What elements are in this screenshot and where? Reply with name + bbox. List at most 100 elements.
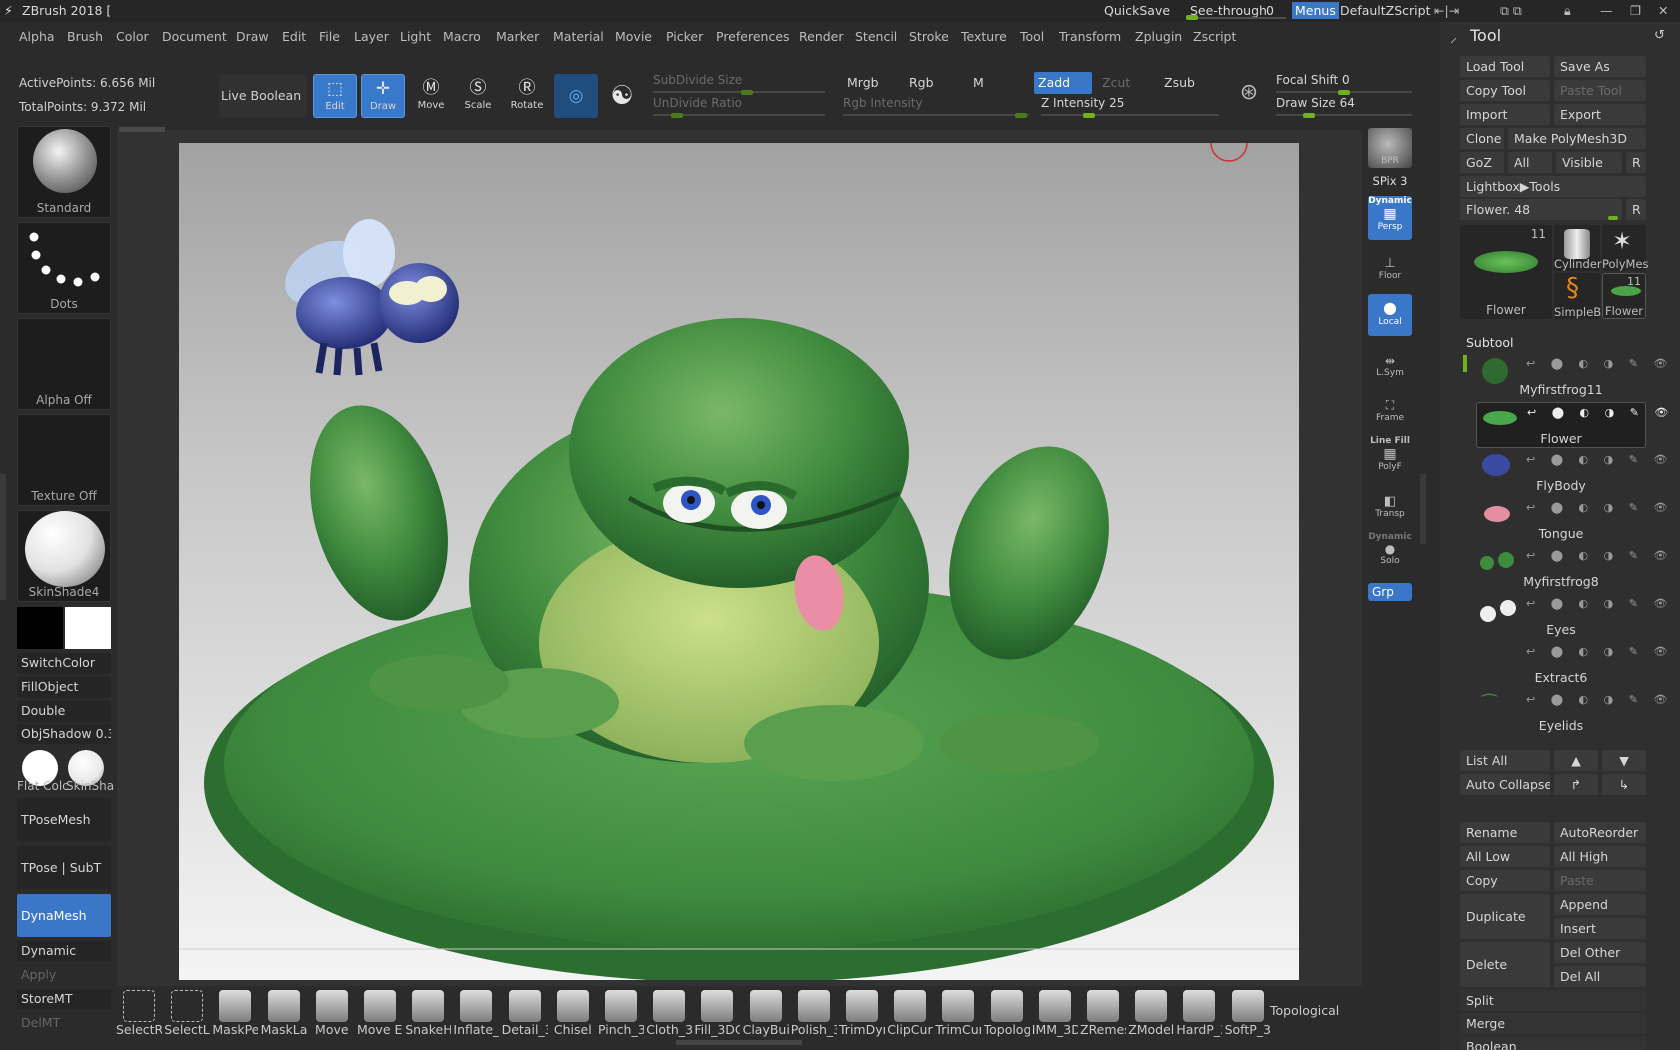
menu-tool[interactable]: Tool (1020, 29, 1044, 44)
draw-size-slider[interactable]: Draw Size 64 (1276, 96, 1412, 118)
tool-r-button[interactable]: R (1626, 199, 1646, 220)
brush-item[interactable]: Move (309, 990, 355, 1037)
move-up-arrow-icon[interactable]: ▲ (1554, 750, 1598, 771)
minimize-icon[interactable]: — (1600, 3, 1613, 18)
brush-item[interactable]: ClayBuil (743, 990, 789, 1037)
subtool-item[interactable]: ↩ ⬤ ◐ ◑ ✎ 👁︎ Eyes (1476, 594, 1667, 640)
brush-item[interactable]: IMM_3D (1032, 990, 1078, 1037)
copy-subtool-button[interactable]: Copy (1460, 870, 1550, 891)
texture-selector[interactable]: Texture Off (17, 414, 111, 506)
append-button[interactable]: Append (1554, 894, 1646, 915)
alpha-selector[interactable]: Alpha Off (17, 318, 111, 410)
menu-brush[interactable]: Brush (67, 29, 103, 44)
storemt-button[interactable]: StoreMT (17, 989, 111, 1009)
brush-item[interactable]: HardP_3 (1176, 990, 1222, 1037)
z-intensity-slider[interactable]: Z Intensity 25 (1041, 96, 1219, 118)
brush-item[interactable]: Cloth_3I (646, 990, 692, 1037)
sphere-toggle[interactable]: ☯ (600, 74, 644, 118)
viewport-canvas[interactable] (179, 143, 1299, 980)
menu-layer[interactable]: Layer (354, 29, 389, 44)
focal-shift-knob[interactable] (1338, 90, 1350, 95)
menu-marker[interactable]: Marker (496, 29, 539, 44)
mrgb-toggle[interactable]: Mrgb (843, 72, 883, 94)
subtool-item[interactable]: ↩ ⬤ ◐ ◑ ✎ 👁︎ Myfirstfrog11 (1476, 354, 1667, 400)
bottom-tray-handle[interactable] (676, 1040, 802, 1045)
brush-item[interactable]: ZRemes (1080, 990, 1126, 1037)
all-low-button[interactable]: All Low (1460, 846, 1550, 867)
brush-item[interactable]: Topolog (984, 990, 1030, 1037)
dynamesh-button[interactable]: DynaMesh (17, 894, 111, 937)
zadd-toggle[interactable]: Zadd (1034, 72, 1092, 94)
clone-button[interactable]: Clone (1460, 128, 1504, 149)
material-selector[interactable]: SkinShade4 (17, 510, 111, 602)
menu-file[interactable]: File (319, 29, 340, 44)
menu-light[interactable]: Light (400, 29, 431, 44)
move-down-arrow-icon[interactable]: ▼ (1602, 750, 1646, 771)
lightbox-tools-button[interactable]: Lightbox▶Tools (1460, 176, 1646, 197)
menu-edit[interactable]: Edit (282, 29, 306, 44)
close-icon[interactable]: ✕ (1658, 3, 1668, 18)
menu-alpha[interactable]: Alpha (19, 29, 55, 44)
edit-button[interactable]: ⬚ Edit (313, 74, 357, 118)
subtool-controls-icon[interactable]: ↩ ⬤ ◐ ◑ ✎ 👁︎ (1526, 597, 1673, 610)
menu-material[interactable]: Material (553, 29, 604, 44)
undivide-ratio-knob[interactable] (671, 113, 683, 118)
apply-button[interactable]: Apply (17, 965, 111, 985)
delmt-button[interactable]: DelMT (17, 1013, 111, 1033)
zscript-name[interactable]: DefaultZScript (1340, 3, 1431, 18)
obj-shadow-slider[interactable]: ObjShadow 0.3 (17, 724, 111, 744)
load-tool-button[interactable]: Load Tool (1460, 56, 1550, 77)
polyf-button[interactable]: Line Fill ▦ PolyF (1368, 436, 1412, 478)
see-through-slider[interactable]: See-through (1190, 3, 1267, 18)
brush-item[interactable]: Fill_3DC (694, 990, 740, 1037)
scale-button[interactable]: Ⓢ Scale (456, 74, 500, 118)
lock-icon[interactable]: 🔒︎ (1564, 3, 1571, 19)
layout-arrows-icon[interactable]: ⇤|⇥ (1434, 3, 1459, 18)
menu-texture[interactable]: Texture (961, 29, 1007, 44)
del-all-button[interactable]: Del All (1554, 966, 1646, 987)
palette-reset-icon[interactable]: ↺ (1654, 28, 1665, 43)
frame-button[interactable]: ⛶ Frame (1368, 398, 1412, 430)
rgb-intensity-knob[interactable] (1015, 113, 1027, 118)
menu-movie[interactable]: Movie (615, 29, 652, 44)
brush-item[interactable]: TrimCur (935, 990, 981, 1037)
poly-mode-button[interactable]: ◎ (554, 74, 598, 118)
rgb-intensity-slider[interactable]: Rgb Intensity (843, 96, 1029, 118)
paste-tool-button[interactable]: Paste Tool (1554, 80, 1646, 101)
quicksave-button[interactable]: QuickSave (1104, 3, 1170, 18)
flower-tool-thumbnail[interactable]: 11 Flower (1602, 273, 1646, 319)
subtool-item[interactable]: ↩ ⬤ ◐ ◑ ✎ 👁︎ Myfirstfrog8 (1476, 546, 1667, 592)
simplebrush-tool-thumbnail[interactable]: § SimpleB (1554, 273, 1601, 319)
double-button[interactable]: Double (17, 701, 111, 721)
subtool-controls-icon[interactable]: ↩ ⬤ ◐ ◑ ✎ 👁︎ (1526, 453, 1673, 466)
brush-selector[interactable]: Standard (17, 126, 111, 218)
menu-stencil[interactable]: Stencil (855, 29, 897, 44)
subtool-controls-icon[interactable]: ↩ ⬤ ◐ ◑ ✎ 👁︎ (1526, 549, 1673, 562)
focal-shift-slider[interactable]: Focal Shift 0 (1276, 73, 1412, 95)
auto-collapse-button[interactable]: Auto Collapse (1460, 774, 1550, 795)
tpose-subt-button[interactable]: TPose | SubT (17, 846, 111, 889)
subtool-item[interactable]: ↩ ⬤ ◐ ◑ ✎ 👁︎ FlyBody (1476, 450, 1667, 496)
subtool-header[interactable]: Subtool (1466, 335, 1513, 350)
save-as-button[interactable]: Save As (1554, 56, 1646, 77)
copy-tool-button[interactable]: Copy Tool (1460, 80, 1550, 101)
tpose-mesh-button[interactable]: TPoseMesh (17, 798, 111, 841)
brush-item[interactable]: Move El (357, 990, 403, 1037)
lazymouse-icon[interactable]: ⊛ (1232, 80, 1266, 114)
brush-item[interactable]: Polish_3 (791, 990, 837, 1037)
menus-toggle[interactable]: Menus (1292, 2, 1339, 19)
z-intensity-knob[interactable] (1083, 113, 1095, 118)
subtool-controls-icon[interactable]: ↩ ⬤ ◐ ◑ ✎ 👁︎ (1526, 501, 1673, 514)
tool-name-slider[interactable]: Flower. 48 (1460, 199, 1622, 220)
see-through-knob[interactable] (1186, 15, 1198, 20)
import-button[interactable]: Import (1460, 104, 1550, 125)
spix-slider[interactable]: SPix 3 (1368, 174, 1412, 188)
brush-item[interactable]: Detail_3 (502, 990, 548, 1037)
auto-reorder-button[interactable]: AutoReorder (1554, 822, 1646, 843)
canvas-scrollbar[interactable] (119, 127, 165, 132)
menu-color[interactable]: Color (116, 29, 149, 44)
maximize-icon[interactable]: ❐ (1630, 3, 1641, 18)
goz-r-button[interactable]: R (1626, 152, 1646, 173)
transp-button[interactable]: ◧ Transp (1368, 494, 1412, 526)
zsub-toggle[interactable]: Zsub (1160, 72, 1199, 94)
